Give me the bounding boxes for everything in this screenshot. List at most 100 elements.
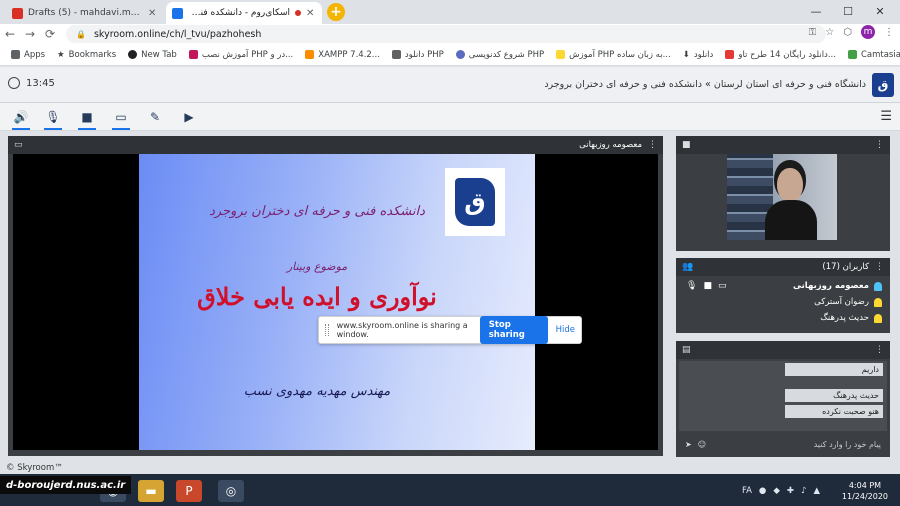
camera-panel: ■ ⋮ bbox=[676, 136, 890, 251]
users-icon: 👥 bbox=[682, 262, 694, 272]
chat-message: حدیث پدرهنگ bbox=[785, 389, 883, 402]
camtasia-icon bbox=[847, 50, 857, 59]
presenter-video bbox=[777, 168, 803, 202]
star-icon[interactable]: ☆ bbox=[825, 27, 834, 38]
key-icon[interactable]: ⚿ bbox=[809, 27, 817, 38]
bookmark-item[interactable]: ⬇ دانلود bbox=[680, 50, 717, 60]
user-media-status: 🎙 ■ ▭ bbox=[686, 281, 726, 291]
bookmark-item[interactable]: دانلود رایگان 14 طرح تاو... bbox=[722, 50, 839, 60]
address-bar[interactable]: 🔒 skyroom.online/ch/l_tvu/pazhohesh bbox=[66, 25, 826, 43]
send-icon[interactable]: ➤ bbox=[685, 440, 692, 449]
drag-handle-icon[interactable] bbox=[325, 324, 329, 336]
extension-icon[interactable]: ⬡ bbox=[843, 27, 852, 38]
camera-icon: ■ bbox=[703, 281, 712, 291]
chat-messages[interactable]: داریم حدیث پدرهنگ هنو صحبت نکرده bbox=[679, 361, 887, 431]
stop-sharing-button[interactable]: Stop sharing bbox=[479, 316, 548, 344]
brand-watermark: d-boroujerd.nus.ac.ir bbox=[0, 476, 132, 494]
presenter-name: معصومه روزبهانی bbox=[579, 140, 642, 150]
room-toolbar: 🔊 🎙 ■ ▭ ✎ ▶ ☰ bbox=[0, 103, 900, 131]
chat-input[interactable]: ➤ ☺ پیام خود را وارد کنید bbox=[679, 435, 887, 453]
new-tab-button[interactable]: + bbox=[327, 3, 345, 21]
bookmark-item[interactable]: دانلود PHP bbox=[389, 50, 447, 60]
user-icon bbox=[874, 297, 882, 307]
forward-icon[interactable]: → bbox=[20, 27, 40, 41]
xampp-icon bbox=[305, 50, 315, 59]
url-text: skyroom.online/ch/l_tvu/pazhohesh bbox=[93, 28, 262, 40]
toolbar-actions: ⚿ ☆ ⬡ m ⋮ bbox=[809, 25, 894, 39]
close-icon[interactable]: ✕ bbox=[306, 8, 316, 19]
bookmark-item[interactable]: شروع کدنویسی PHP bbox=[453, 50, 547, 60]
tab-strip: Drafts (5) - mahdavi.mahdie88@... ✕ اسکا… bbox=[0, 0, 900, 24]
bookmark-item[interactable]: آموزش PHP به زبان ساده... bbox=[553, 50, 674, 60]
powerpoint-icon[interactable]: P bbox=[176, 480, 202, 502]
emoji-icon[interactable]: ☺ bbox=[698, 440, 706, 449]
tray-app-icon[interactable]: ◆ bbox=[773, 486, 780, 496]
screen-icon: ▭ bbox=[14, 140, 23, 150]
back-icon[interactable]: ← bbox=[0, 27, 20, 41]
speaker-icon[interactable]: ♪ bbox=[801, 486, 806, 496]
slide-institution: دانشکده فنی و حرفه ای دختران بروجرد bbox=[209, 204, 425, 219]
hide-button[interactable]: Hide bbox=[556, 325, 575, 335]
minimize-button[interactable]: — bbox=[800, 0, 832, 22]
bookmark-item[interactable]: ★ Bookmarks bbox=[54, 50, 119, 60]
panel-header: 👥 کاربران (17) ⋮ bbox=[676, 258, 890, 276]
more-icon[interactable]: ⋮ bbox=[884, 27, 894, 38]
whiteboard-icon[interactable]: ✎ bbox=[146, 108, 164, 126]
user-icon bbox=[874, 313, 882, 323]
recording-icon bbox=[295, 10, 301, 16]
skyroom-copyright: © Skyroom™ bbox=[6, 463, 63, 473]
more-icon[interactable]: ⋮ bbox=[875, 140, 884, 150]
bookmark-item[interactable]: XAMPP 7.4.2... bbox=[302, 50, 383, 60]
skyroom-favicon-icon bbox=[172, 7, 183, 19]
close-icon[interactable]: ✕ bbox=[148, 8, 158, 19]
room-main: ▭ معصومه روزبهانی ⋮ ق دانشکده فنی و حرفه… bbox=[0, 131, 900, 462]
reload-icon[interactable]: ⟳ bbox=[40, 27, 60, 41]
more-icon[interactable]: ⋮ bbox=[875, 262, 884, 272]
clock-date: 11/24/2020 bbox=[841, 492, 888, 501]
room-title: دانشگاه فنی و حرفه ای استان لرستان » دان… bbox=[544, 79, 866, 90]
screen-share-icon[interactable]: ▭ bbox=[112, 108, 130, 130]
play-icon[interactable]: ▶ bbox=[180, 108, 198, 126]
webcam-video bbox=[727, 154, 837, 240]
bookmark-item[interactable]: New Tab bbox=[125, 50, 180, 60]
user-item[interactable]: معصومه روزبهانی bbox=[793, 281, 882, 291]
chat-placeholder: پیام خود را وارد کنید bbox=[813, 439, 881, 449]
speaker-icon[interactable]: 🔊 bbox=[12, 108, 30, 130]
bookmark-site-icon bbox=[188, 50, 198, 59]
menu-icon[interactable]: ☰ bbox=[880, 109, 892, 124]
bookmark-site-icon bbox=[725, 50, 735, 59]
camera-icon[interactable]: ■ bbox=[78, 108, 96, 130]
tab-gmail[interactable]: Drafts (5) - mahdavi.mahdie88@... ✕ bbox=[6, 2, 164, 24]
chat-message: هنو صحبت نکرده bbox=[785, 405, 883, 418]
user-item[interactable]: رضوان آسترکی bbox=[814, 297, 882, 307]
tab-skyroom[interactable]: اسکای‌روم - دانشکده فنی و حرفه ای ... ✕ bbox=[166, 2, 322, 24]
file-explorer-icon[interactable]: ▬ bbox=[138, 480, 164, 502]
apps-icon bbox=[11, 50, 20, 59]
panel-header: ▤ ⋮ bbox=[676, 341, 890, 359]
users-count: کاربران (17) bbox=[822, 262, 869, 272]
chat-icon: ▤ bbox=[682, 345, 691, 355]
language-indicator[interactable]: FA bbox=[742, 486, 752, 496]
taskbar-clock[interactable]: 4:04 PM 11/24/2020 bbox=[842, 480, 888, 502]
profile-avatar[interactable]: m bbox=[861, 25, 875, 39]
user-icon bbox=[874, 281, 882, 291]
close-window-button[interactable]: ✕ bbox=[864, 0, 896, 22]
more-icon[interactable]: ⋮ bbox=[875, 345, 884, 355]
tray-app-icon[interactable]: ● bbox=[759, 486, 766, 496]
tray-app-icon[interactable]: ✚ bbox=[787, 486, 794, 496]
bookmark-item[interactable]: Camtasia Studio 20... bbox=[845, 50, 900, 60]
microphone-icon: 🎙 bbox=[686, 281, 698, 291]
user-item[interactable]: حدیث پدرهنگ bbox=[820, 313, 882, 323]
gmail-icon bbox=[12, 7, 23, 19]
university-logo-icon: ق bbox=[872, 73, 894, 97]
bookmark-item[interactable]: آموزش نصب PHP در و... bbox=[186, 50, 296, 60]
more-icon[interactable]: ⋮ bbox=[648, 140, 657, 150]
camera-app-icon[interactable]: ◎ bbox=[218, 480, 244, 502]
network-icon[interactable]: ▲ bbox=[813, 486, 820, 496]
tab-title: اسکای‌روم - دانشکده فنی و حرفه ای ... bbox=[188, 8, 290, 18]
maximize-button[interactable]: ☐ bbox=[832, 0, 864, 22]
bookmark-item[interactable]: Apps bbox=[8, 50, 48, 60]
microphone-icon[interactable]: 🎙 bbox=[44, 108, 62, 130]
shared-screen: ق دانشکده فنی و حرفه ای دختران بروجرد مو… bbox=[13, 154, 658, 450]
session-time: 13:45 bbox=[26, 77, 55, 89]
